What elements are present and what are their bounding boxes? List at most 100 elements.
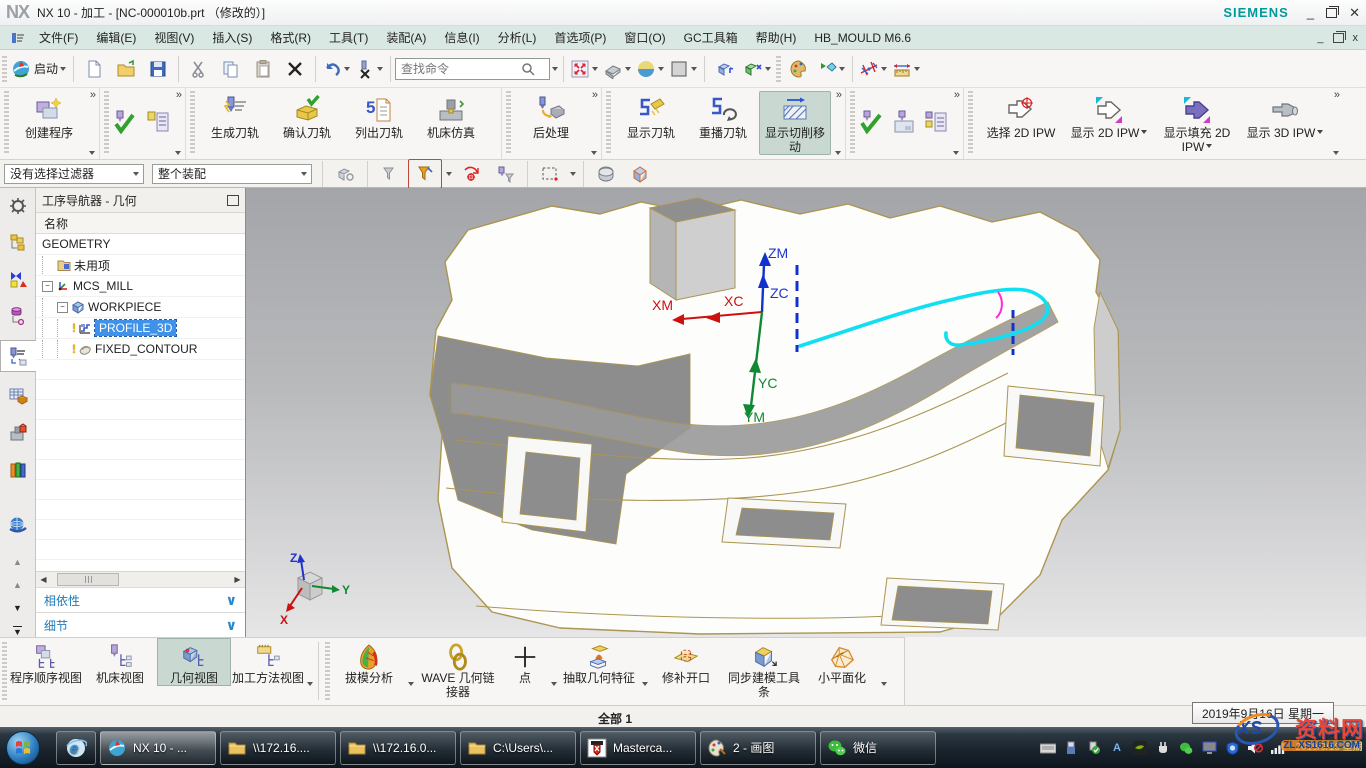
scroll-thumb[interactable]	[57, 573, 119, 586]
menu-item-gc-toolbox[interactable]: GC工具箱	[675, 26, 747, 49]
erase-display-button[interactable]	[353, 55, 386, 83]
cut-button[interactable]	[183, 55, 215, 83]
tray-input-method-icon[interactable]: A	[1109, 740, 1125, 756]
delete-button[interactable]	[279, 55, 311, 83]
rendering-style-button[interactable]	[601, 55, 634, 83]
taskbar-app-nx[interactable]: NX 10 - ...	[100, 731, 216, 765]
list-toolpath-button[interactable]: 5 列出刀轨	[343, 91, 415, 141]
point-dropdown[interactable]	[551, 682, 557, 689]
menu-item-assemblies[interactable]: 装配(A)	[377, 26, 435, 49]
tree-row-profile-3d[interactable]: ! PROFILE_3D	[36, 318, 245, 339]
measure-button[interactable]	[890, 55, 923, 83]
navigator-pin-button[interactable]	[227, 195, 239, 206]
menu-item-information[interactable]: 信息(I)	[435, 26, 488, 49]
draft-analysis-button[interactable]: 拔模分析	[332, 638, 406, 686]
tray-usb-safe-icon[interactable]	[1086, 740, 1102, 756]
constraint-navigator-button[interactable]	[5, 267, 31, 291]
doc-minimize-button[interactable]: _	[1317, 32, 1323, 44]
wave-geometry-linker-button[interactable]: WAVE 几何链接器	[415, 638, 501, 700]
selection-scope-combo[interactable]: 整个装配	[152, 164, 312, 184]
orient-view-button[interactable]	[709, 55, 741, 83]
minimize-button[interactable]: _	[1307, 5, 1314, 20]
sync-modeling-button[interactable]: 同步建模工具条	[723, 638, 805, 700]
create-program-button[interactable]: 创建程序	[13, 91, 85, 141]
scroll-left-icon[interactable]: ◀	[36, 573, 51, 586]
show-filled-2d-ipw-button[interactable]: 显示填充 2D IPW	[1153, 91, 1241, 155]
facet-dropdown[interactable]	[881, 682, 887, 689]
extract-geometry-button[interactable]: 抽取几何特征	[558, 638, 640, 686]
restore-button[interactable]	[1326, 8, 1337, 18]
expander-icon[interactable]: −	[57, 302, 68, 313]
doc-restore-button[interactable]	[1333, 33, 1344, 43]
select-dropdown[interactable]	[446, 172, 452, 179]
view-dropdown[interactable]	[307, 682, 313, 689]
toolbar-grip[interactable]	[2, 56, 7, 82]
workpiece-box-icon[interactable]	[891, 109, 917, 135]
doc-close-button[interactable]: x	[1353, 32, 1359, 44]
menu-item-window[interactable]: 窗口(O)	[615, 26, 674, 49]
show-2d-ipw-button[interactable]: 显示 2D IPW	[1065, 91, 1153, 141]
machining-method-view-button[interactable]: 加工方法视图	[231, 638, 305, 686]
tray-nvidia-icon[interactable]	[1132, 740, 1148, 756]
role-palette-button[interactable]	[783, 55, 815, 83]
background-button[interactable]	[634, 55, 667, 83]
display-mode-button[interactable]	[667, 55, 700, 83]
graphics-viewport[interactable]: ZM ZC XM XC YC YM Z Y X	[246, 188, 1366, 637]
tree-horizontal-scrollbar[interactable]: ◀ ▶	[36, 571, 245, 587]
dependencies-section[interactable]: 相依性 ∨	[36, 587, 245, 612]
tree-row-mcs-mill[interactable]: − MCS_MILL	[36, 276, 245, 297]
tray-wechat-icon[interactable]	[1178, 740, 1194, 756]
tool-list-icon[interactable]	[145, 109, 171, 135]
navigator-column-header[interactable]: 名称	[36, 213, 245, 234]
new-file-button[interactable]	[78, 55, 110, 83]
web-browser-button[interactable]	[5, 512, 31, 536]
rotate-point-button[interactable]	[455, 160, 487, 188]
highlight-select-button[interactable]	[374, 160, 406, 188]
menu-item-insert[interactable]: 插入(S)	[203, 26, 261, 49]
menu-item-format[interactable]: 格式(R)	[261, 26, 320, 49]
tray-usb-icon[interactable]	[1063, 740, 1079, 756]
taskbar-app-folder2[interactable]: \\172.16.0...	[340, 731, 456, 765]
resource-expand-icon[interactable]: ▼	[13, 626, 22, 637]
part-navigator-button[interactable]	[5, 304, 31, 328]
verify-toolpath-button[interactable]: 确认刀轨	[271, 91, 343, 141]
facet-body-button[interactable]: 小平面化	[805, 638, 879, 686]
tray-eject-icon[interactable]	[1155, 740, 1171, 756]
menu-item-tools[interactable]: 工具(T)	[320, 26, 377, 49]
menu-item-analysis[interactable]: 分析(L)	[489, 26, 546, 49]
show-3d-ipw-button[interactable]: 显示 3D IPW	[1241, 91, 1329, 141]
tool-filter-button[interactable]	[489, 160, 521, 188]
snap-point-button[interactable]	[857, 55, 890, 83]
orient-view2-button[interactable]	[741, 55, 774, 83]
resource-scroll-up2-icon[interactable]: ▲	[13, 580, 22, 590]
marquee-dropdown[interactable]	[570, 172, 576, 179]
postprocess-button[interactable]: 后处理	[515, 91, 587, 141]
process-studio-button[interactable]	[5, 458, 31, 482]
tree-row-fixed-contour[interactable]: ! FIXED_CONTOUR	[36, 339, 245, 360]
taskbar-app-paint[interactable]: 2 - 画图	[700, 731, 816, 765]
menu-item-help[interactable]: 帮助(H)	[747, 26, 806, 49]
machine-tool-view-button[interactable]: 机床视图	[83, 638, 157, 686]
operation-navigator-button[interactable]	[0, 340, 36, 371]
show-toolpath-button[interactable]: 显示刀轨	[615, 91, 687, 141]
reuse-library-button[interactable]	[5, 385, 31, 409]
show-cutting-moves-button[interactable]: 显示切削移动	[759, 91, 831, 155]
workpiece-list-icon[interactable]	[923, 109, 949, 135]
tray-keyboard-icon[interactable]	[1040, 740, 1056, 756]
assembly-select-button[interactable]	[329, 160, 361, 188]
replay-toolpath-button[interactable]: 重播刀轨	[687, 91, 759, 141]
verify-gouge-icon[interactable]	[859, 109, 885, 135]
shaded-cube-button[interactable]	[590, 160, 622, 188]
taskbar-ie-button[interactable]: e	[56, 731, 96, 765]
taskbar-app-folder1[interactable]: \\172.16....	[220, 731, 336, 765]
wireframe-cube-button[interactable]	[624, 160, 656, 188]
fit-view-button[interactable]	[568, 55, 601, 83]
simulate-machine-button[interactable]: 机床仿真	[415, 91, 487, 141]
tree-row-workpiece[interactable]: − WORKPIECE	[36, 297, 245, 318]
point-button[interactable]: 点	[501, 638, 549, 686]
menu-item-hb-mould[interactable]: HB_MOULD M6.6	[805, 28, 920, 48]
patch-opening-button[interactable]: 修补开口	[649, 638, 723, 686]
resource-scroll-down-icon[interactable]: ▼	[13, 603, 22, 613]
extract-dropdown[interactable]	[642, 682, 648, 689]
draft-dropdown[interactable]	[408, 682, 414, 689]
